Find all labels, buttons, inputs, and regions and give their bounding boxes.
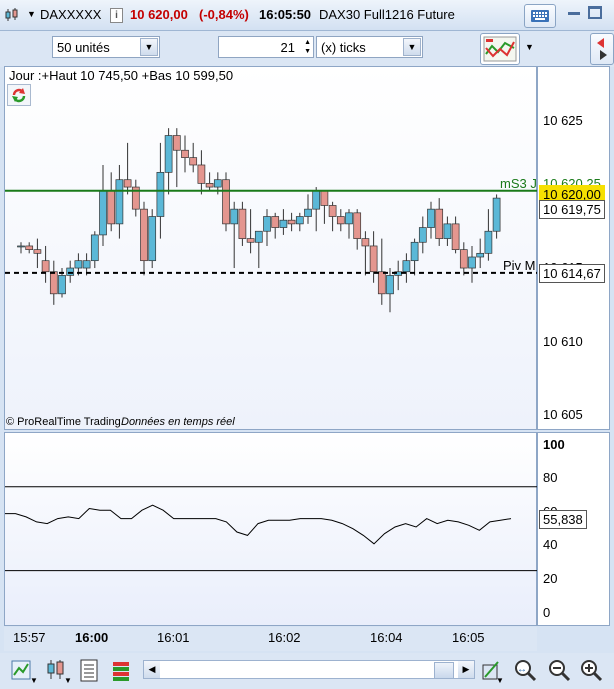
chevron-down-icon[interactable]: ▼ xyxy=(525,42,534,52)
realtime-label: Données en temps réel xyxy=(121,416,235,428)
price-tick: 10 625 xyxy=(543,112,583,128)
indicator-panel[interactable] xyxy=(4,432,537,626)
symbol-label[interactable]: DAXXXXX xyxy=(40,7,101,22)
period-stepper[interactable]: 21 ▲ ▼ xyxy=(218,36,314,58)
candle-style-icon[interactable]: ▼ xyxy=(44,657,74,688)
price-tick: 10 610 xyxy=(543,333,583,349)
current-price-marker: 10 619,75 xyxy=(539,200,605,220)
time-tick: 16:02 xyxy=(268,630,301,645)
scroll-right-icon[interactable]: ▶ xyxy=(458,661,474,678)
stepper-arrows-icon[interactable]: ▲ ▼ xyxy=(304,38,311,56)
zoom-out-icon[interactable] xyxy=(546,657,574,688)
horizontal-scrollbar[interactable]: ◀ ▶ xyxy=(143,660,475,679)
pivot-level-label: Piv M xyxy=(503,257,536,273)
svg-text:▼: ▼ xyxy=(496,676,504,685)
chart-settings-icon[interactable]: ▼ xyxy=(10,657,40,688)
zoom-fit-icon[interactable]: ↔ xyxy=(512,657,540,688)
quantity-select[interactable]: 50 unités ▼ xyxy=(52,36,160,58)
title-bar: ▼ DAXXXXX i 10 620,00 (-0,84%) 16:05:50 … xyxy=(0,0,614,31)
time-tick: 16:00 xyxy=(75,630,109,645)
scroll-left-icon[interactable]: ◀ xyxy=(144,661,160,678)
indicator-tick: 100 xyxy=(543,436,565,452)
pivot-level-value: 10 614,67 xyxy=(539,263,605,283)
chevron-down-icon[interactable]: ▼ xyxy=(140,38,158,56)
period-value: 21 xyxy=(280,40,295,55)
indicator-current-value: 55,838 xyxy=(539,509,587,529)
time-tick: 15:57 xyxy=(13,630,46,645)
copyright-label: © ProRealTime Trading xyxy=(6,416,121,428)
indicator-button[interactable] xyxy=(480,33,520,65)
orders-list-icon[interactable] xyxy=(78,657,102,688)
price-tick: 10 605 xyxy=(543,407,583,423)
indicator-chart-icon xyxy=(483,36,517,62)
change-value: (-0,84%) xyxy=(199,7,249,22)
zoom-in-icon[interactable] xyxy=(578,657,606,688)
chart-type-icon[interactable] xyxy=(4,7,20,26)
maximize-icon[interactable] xyxy=(588,6,602,19)
time-value: 16:05:50 xyxy=(259,7,312,22)
time-tick: 16:05 xyxy=(452,630,485,645)
time-tick: 16:04 xyxy=(370,630,403,645)
scroll-thumb[interactable] xyxy=(434,662,454,679)
quantity-value: 50 unités xyxy=(57,40,110,55)
minimize-icon[interactable] xyxy=(568,12,580,15)
svg-text:▼: ▼ xyxy=(30,676,38,685)
instrument-name: DAX30 Full1216 Future xyxy=(319,7,455,22)
day-range-header: Jour :+Haut 10 745,50 +Bas 10 599,50 xyxy=(9,68,234,83)
refresh-icon xyxy=(12,88,26,103)
indicator-tick: 80 xyxy=(543,470,558,486)
svg-text:▼: ▼ xyxy=(64,676,72,685)
keyboard-icon xyxy=(531,10,549,22)
mS3-level-label: mS3 J xyxy=(500,175,537,191)
period-unit-value: (x) ticks xyxy=(321,40,366,55)
refresh-button[interactable] xyxy=(7,84,31,106)
chevron-down-icon[interactable]: ▼ xyxy=(403,38,421,56)
info-icon[interactable]: i xyxy=(110,8,123,23)
expand-arrows-icon xyxy=(597,38,607,60)
keyboard-button[interactable] xyxy=(524,4,556,28)
price-chart-panel[interactable] xyxy=(4,66,537,430)
time-tick: 16:01 xyxy=(157,630,190,645)
indicator-tick: 0 xyxy=(543,604,551,620)
period-unit-select[interactable]: (x) ticks ▼ xyxy=(316,36,423,58)
expand-button[interactable] xyxy=(590,33,614,65)
price-value: 10 620,00 xyxy=(130,7,188,22)
draw-tools-icon[interactable]: ▼ xyxy=(480,657,506,688)
indicator-tick: 40 xyxy=(543,537,558,553)
svg-text:↔: ↔ xyxy=(517,664,527,675)
volume-bars-icon[interactable] xyxy=(110,657,136,688)
indicator-axis[interactable] xyxy=(537,432,610,626)
indicator-tick: 20 xyxy=(543,571,558,586)
dropdown-arrow-icon[interactable]: ▼ xyxy=(27,9,36,19)
